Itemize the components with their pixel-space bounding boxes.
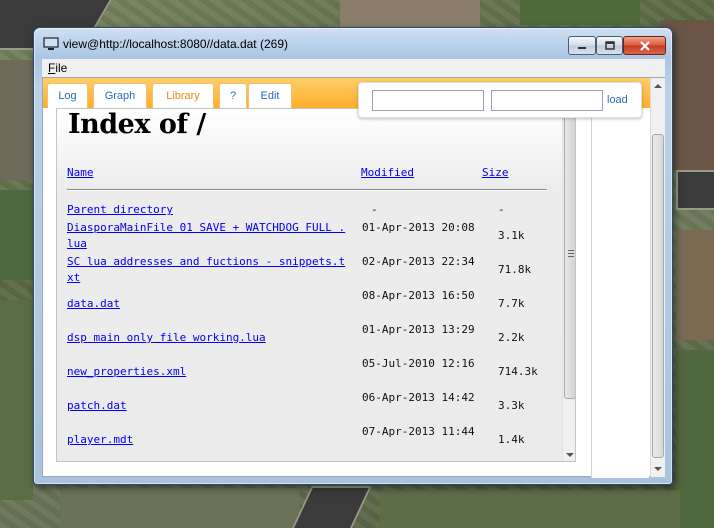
scroll-down-icon[interactable] xyxy=(654,467,662,471)
file-link[interactable]: player.mdt xyxy=(67,432,351,448)
close-icon xyxy=(624,37,665,54)
menu-file[interactable]: File xyxy=(48,61,67,75)
load-input-primary[interactable] xyxy=(372,90,484,111)
file-modified: 01-Apr-2013 13:29 xyxy=(362,323,475,336)
load-input-secondary[interactable] xyxy=(491,90,603,111)
tab-edit[interactable]: Edit xyxy=(248,83,292,108)
file-size: 714.3k xyxy=(498,365,538,378)
file-link[interactable]: DiasporaMainFile 01 SAVE + WATCHDOG FULL… xyxy=(67,220,351,252)
listing-scrollbar[interactable] xyxy=(562,109,575,461)
minimize-button[interactable] xyxy=(568,36,596,55)
file-modified: 08-Apr-2013 16:50 xyxy=(362,289,475,302)
tab-log[interactable]: Log xyxy=(47,83,88,108)
monitor-icon xyxy=(43,37,59,50)
tab-library[interactable]: Library xyxy=(152,83,214,108)
tab-label: Graph xyxy=(104,90,136,102)
file-size: 2.2k xyxy=(498,331,525,344)
column-header-name[interactable]: Name xyxy=(67,166,94,179)
scroll-thumb[interactable] xyxy=(564,109,575,399)
window-scrollbar[interactable] xyxy=(650,78,665,477)
file-modified: 01-Apr-2013 20:08 xyxy=(362,221,475,234)
file-size: 71.8k xyxy=(498,263,532,276)
menu-bar: File xyxy=(42,59,665,77)
file-size: - xyxy=(498,203,505,216)
tab-help[interactable]: ? xyxy=(219,83,247,108)
file-size: 3.1k xyxy=(498,229,525,242)
window-title: view@http://localhost:8080//data.dat (26… xyxy=(63,37,288,51)
tab-label: Library xyxy=(166,90,200,102)
tab-graph[interactable]: Graph xyxy=(93,83,147,108)
minimize-icon xyxy=(569,37,595,54)
file-modified: 06-Apr-2013 14:42 xyxy=(362,391,475,404)
scroll-down-icon[interactable] xyxy=(566,453,574,457)
file-modified: 02-Apr-2013 22:34 xyxy=(362,255,475,268)
title-bar[interactable]: view@http://localhost:8080//data.dat (26… xyxy=(34,28,672,58)
file-modified: - xyxy=(371,203,378,216)
client-area: Log Graph Library ? Edit Index of / Name… xyxy=(42,77,665,478)
file-link[interactable]: Parent directory xyxy=(67,202,351,218)
app-window: view@http://localhost:8080//data.dat (26… xyxy=(33,27,673,485)
file-link[interactable]: patch.dat xyxy=(67,398,351,414)
file-size: 1.4k xyxy=(498,433,525,446)
load-panel: load xyxy=(358,82,642,118)
file-link[interactable]: SC lua addresses and fuctions - snippets… xyxy=(67,254,351,286)
file-link[interactable]: data.dat xyxy=(67,296,351,312)
grip-icon xyxy=(568,250,574,258)
load-link[interactable]: load xyxy=(607,94,628,106)
side-panel xyxy=(591,108,649,478)
document-frame: Index of / Name Modified Size Parent dir… xyxy=(56,108,576,462)
close-button[interactable] xyxy=(623,36,666,55)
file-size: 7.7k xyxy=(498,297,525,310)
tab-label: Log xyxy=(58,90,77,102)
column-header-modified[interactable]: Modified xyxy=(361,166,414,179)
window-scroll-thumb[interactable] xyxy=(652,134,664,458)
file-modified: 07-Apr-2013 11:44 xyxy=(362,425,475,438)
maximize-icon xyxy=(597,37,622,54)
file-link[interactable]: new_properties.xml xyxy=(67,364,351,380)
directory-listing: Index of / Name Modified Size Parent dir… xyxy=(57,109,562,461)
scroll-up-icon[interactable] xyxy=(654,84,662,88)
file-link[interactable]: dsp main only file working.lua xyxy=(67,330,351,346)
tab-label: ? xyxy=(229,90,237,102)
column-header-size[interactable]: Size xyxy=(482,166,509,179)
header-divider xyxy=(67,189,547,190)
maximize-button[interactable] xyxy=(596,36,623,55)
file-modified: 05-Jul-2010 12:16 xyxy=(362,357,475,370)
page-title: Index of / xyxy=(68,109,206,140)
file-size: 3.3k xyxy=(498,399,525,412)
tab-label: Edit xyxy=(260,90,280,102)
